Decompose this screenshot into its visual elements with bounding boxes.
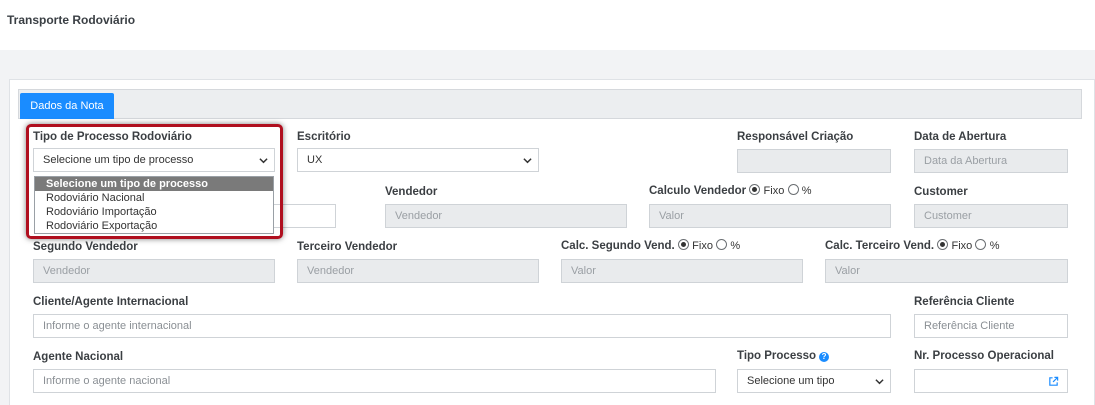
nr-processo-input[interactable] bbox=[914, 369, 1068, 393]
agente-nacional-input[interactable]: Informe o agente nacional bbox=[33, 369, 716, 393]
vendedor-field[interactable]: Vendedor bbox=[385, 204, 627, 228]
customer-field[interactable]: Customer bbox=[914, 204, 1068, 228]
calc-segundo-label: Calc. Segundo Vend. bbox=[561, 240, 675, 252]
responsavel-criacao-label: Responsável Criação bbox=[737, 131, 854, 143]
referencia-cliente-label: Referência Cliente bbox=[914, 296, 1015, 308]
escritorio-value: UX bbox=[307, 154, 323, 166]
fixo-label: Fixo bbox=[951, 240, 973, 252]
calculo-vendedor-label: Calculo Vendedor bbox=[649, 185, 747, 197]
calc-terceiro-field[interactable]: Valor bbox=[825, 259, 1068, 283]
calc-terceiro-label: Calc. Terceiro Vend. bbox=[825, 240, 935, 252]
tab-bar bbox=[18, 89, 1082, 119]
tipo-processo-label-group: Tipo Processo? bbox=[737, 350, 830, 362]
referencia-cliente-input[interactable]: Referência Cliente bbox=[914, 314, 1068, 338]
calc-terceiro-group: Calc. Terceiro Vend. Fixo % bbox=[825, 239, 999, 252]
vendedor-label: Vendedor bbox=[385, 186, 438, 198]
fixo-label: Fixo bbox=[763, 185, 785, 197]
chevron-down-icon bbox=[523, 158, 532, 164]
percent-radio[interactable] bbox=[716, 239, 728, 250]
fixo-radio[interactable] bbox=[677, 239, 689, 250]
chevron-down-icon bbox=[875, 379, 884, 385]
percent-label: % bbox=[801, 185, 812, 197]
annotation-highlight-box bbox=[26, 124, 283, 239]
segundo-vendedor-field[interactable]: Vendedor bbox=[33, 259, 275, 283]
percent-radio[interactable] bbox=[975, 239, 987, 250]
percent-label: % bbox=[730, 240, 741, 252]
nr-processo-label: Nr. Processo Operacional bbox=[914, 350, 1054, 362]
percent-radio[interactable] bbox=[787, 184, 799, 195]
calculo-vendedor-field[interactable]: Valor bbox=[649, 204, 891, 228]
tab-dados-da-nota[interactable]: Dados da Nota bbox=[20, 93, 114, 119]
calc-segundo-field[interactable]: Valor bbox=[561, 259, 803, 283]
tipo-processo-select[interactable]: Selecione um tipo bbox=[737, 369, 891, 393]
help-icon[interactable]: ? bbox=[819, 352, 830, 362]
fixo-radio[interactable] bbox=[749, 184, 761, 195]
calc-segundo-group: Calc. Segundo Vend. Fixo % bbox=[561, 239, 740, 252]
escritorio-select[interactable]: UX bbox=[297, 148, 539, 172]
cliente-agente-label: Cliente/Agente Internacional bbox=[33, 296, 189, 308]
data-abertura-label: Data de Abertura bbox=[914, 131, 1007, 143]
segundo-vendedor-label: Segundo Vendedor bbox=[33, 241, 138, 253]
page-title: Transporte Rodoviário bbox=[7, 13, 136, 27]
responsavel-criacao-field bbox=[737, 149, 891, 173]
percent-label: % bbox=[989, 240, 1000, 252]
external-link-icon[interactable] bbox=[1048, 376, 1059, 387]
cliente-agente-input[interactable]: Informe o agente internacional bbox=[33, 314, 891, 338]
tipo-processo-label: Tipo Processo bbox=[737, 350, 817, 362]
customer-label: Customer bbox=[914, 186, 968, 198]
page-header: Transporte Rodoviário bbox=[0, 0, 1095, 50]
escritorio-label: Escritório bbox=[297, 131, 351, 143]
terceiro-vendedor-field[interactable]: Vendedor bbox=[297, 259, 539, 283]
terceiro-vendedor-label: Terceiro Vendedor bbox=[297, 241, 398, 253]
fixo-radio[interactable] bbox=[937, 239, 949, 250]
tipo-processo-value: Selecione um tipo bbox=[747, 375, 835, 387]
data-abertura-field[interactable]: Data da Abertura bbox=[914, 149, 1068, 173]
fixo-label: Fixo bbox=[692, 240, 713, 252]
calculo-vendedor-group: Calculo Vendedor Fixo % bbox=[649, 184, 812, 197]
agente-nacional-label: Agente Nacional bbox=[33, 351, 124, 363]
